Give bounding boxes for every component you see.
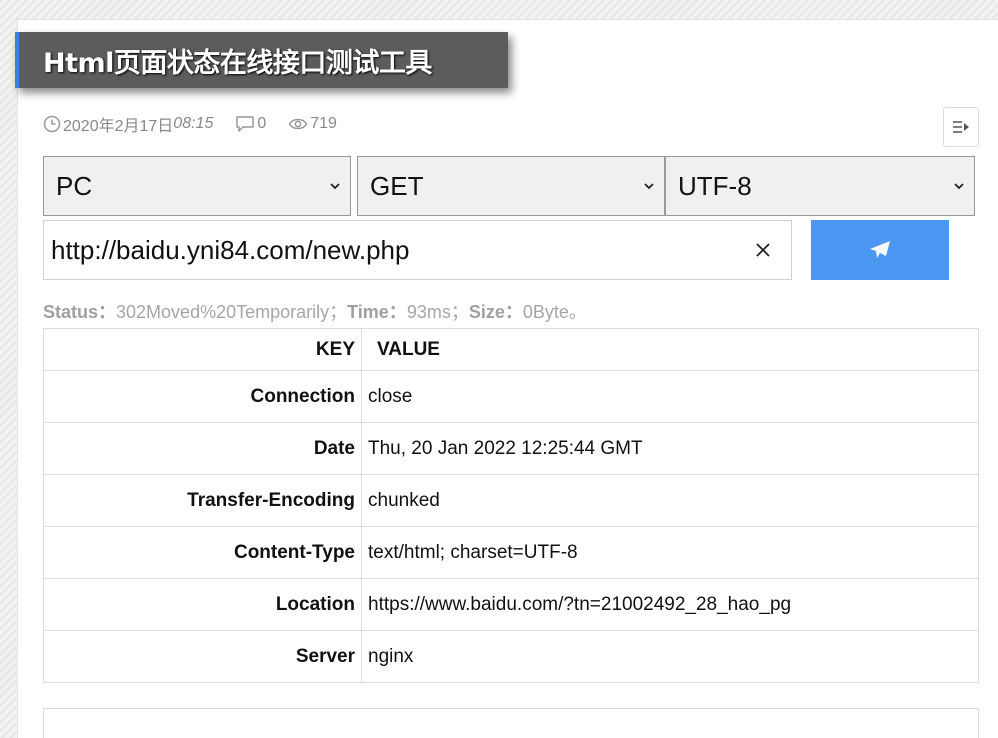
clock-icon (43, 115, 61, 133)
post-date-text: 2020年2月17日 (63, 118, 174, 135)
size-label: Size： (468, 302, 523, 322)
page-title: Html页面状态在线接口测试工具 (43, 47, 432, 79)
eye-icon (288, 118, 308, 130)
url-input[interactable]: http://baidu.yni84.com/new.php (43, 220, 792, 280)
header-value: https://www.baidu.com/?tn=21002492_28_ha… (361, 578, 979, 631)
post-meta: 2020年2月17日 08:15 0 719 (43, 113, 359, 135)
key-column-header: KEY (43, 328, 362, 371)
time-value: 93ms； (406, 302, 469, 322)
table-row: Connection close (43, 370, 979, 423)
content-card: Html页面状态在线接口测试工具 2020年2月17日08:15 0 719 (15, 19, 998, 738)
time-label: Time： (347, 302, 407, 322)
page-title-banner: Html页面状态在线接口测试工具 (15, 32, 508, 88)
charset-select-value: UTF-8 (678, 170, 752, 201)
header-key: Connection (43, 370, 362, 423)
chevron-down-icon (644, 183, 654, 190)
comment-icon (236, 116, 255, 132)
paper-plane-icon (870, 241, 890, 258)
clear-url-button[interactable] (743, 230, 783, 270)
bottom-panel (43, 708, 979, 738)
charset-select[interactable]: UTF-8 (665, 156, 975, 216)
table-row: Content-Type text/html; charset=UTF-8 (43, 526, 979, 579)
table-row: Server nginx (43, 630, 979, 683)
table-header-row: KEY VALUE (43, 328, 979, 371)
header-value: nginx (361, 630, 979, 683)
url-input-value: http://baidu.yni84.com/new.php (51, 234, 410, 265)
post-views-count: 719 (310, 115, 337, 132)
status-label: Status： (43, 302, 117, 322)
table-row: Transfer-Encoding chunked (43, 474, 979, 527)
close-icon (756, 243, 770, 257)
header-value: Thu, 20 Jan 2022 12:25:44 GMT (361, 422, 979, 475)
header-key: Content-Type (43, 526, 362, 579)
size-value: 0Byte。 (522, 302, 587, 322)
header-key: Location (43, 578, 362, 631)
send-request-button[interactable] (811, 220, 949, 280)
device-select[interactable]: PC (43, 156, 351, 216)
post-comments[interactable]: 0 (235, 115, 266, 133)
response-status-line: Status：302Moved%20Temporarily；Time：93ms；… (43, 298, 587, 324)
header-value: text/html; charset=UTF-8 (361, 526, 979, 579)
header-key: Server (43, 630, 362, 683)
sidebar-toggle-icon (953, 121, 969, 133)
header-value: close (361, 370, 979, 423)
header-value: chunked (361, 474, 979, 527)
post-time-text: 08:15 (173, 115, 214, 132)
header-key: Date (43, 422, 362, 475)
value-column-header: VALUE (361, 328, 979, 371)
table-row: Location https://www.baidu.com/?tn=21002… (43, 578, 979, 631)
chevron-down-icon (954, 183, 964, 190)
header-key: Transfer-Encoding (43, 474, 362, 527)
table-row: Date Thu, 20 Jan 2022 12:25:44 GMT (43, 422, 979, 475)
response-headers-table: KEY VALUE Connection close Date Thu, 20 … (43, 328, 979, 683)
post-views: 719 (288, 115, 337, 133)
device-select-value: PC (56, 170, 93, 201)
chevron-down-icon (330, 183, 340, 190)
sidebar-toggle-button[interactable] (943, 107, 979, 147)
post-comments-count: 0 (257, 115, 267, 132)
method-select-value: GET (370, 170, 424, 201)
post-date: 2020年2月17日 08:15 (43, 112, 213, 136)
status-value: 302Moved%20Temporarily； (116, 302, 348, 322)
method-select[interactable]: GET (357, 156, 665, 216)
